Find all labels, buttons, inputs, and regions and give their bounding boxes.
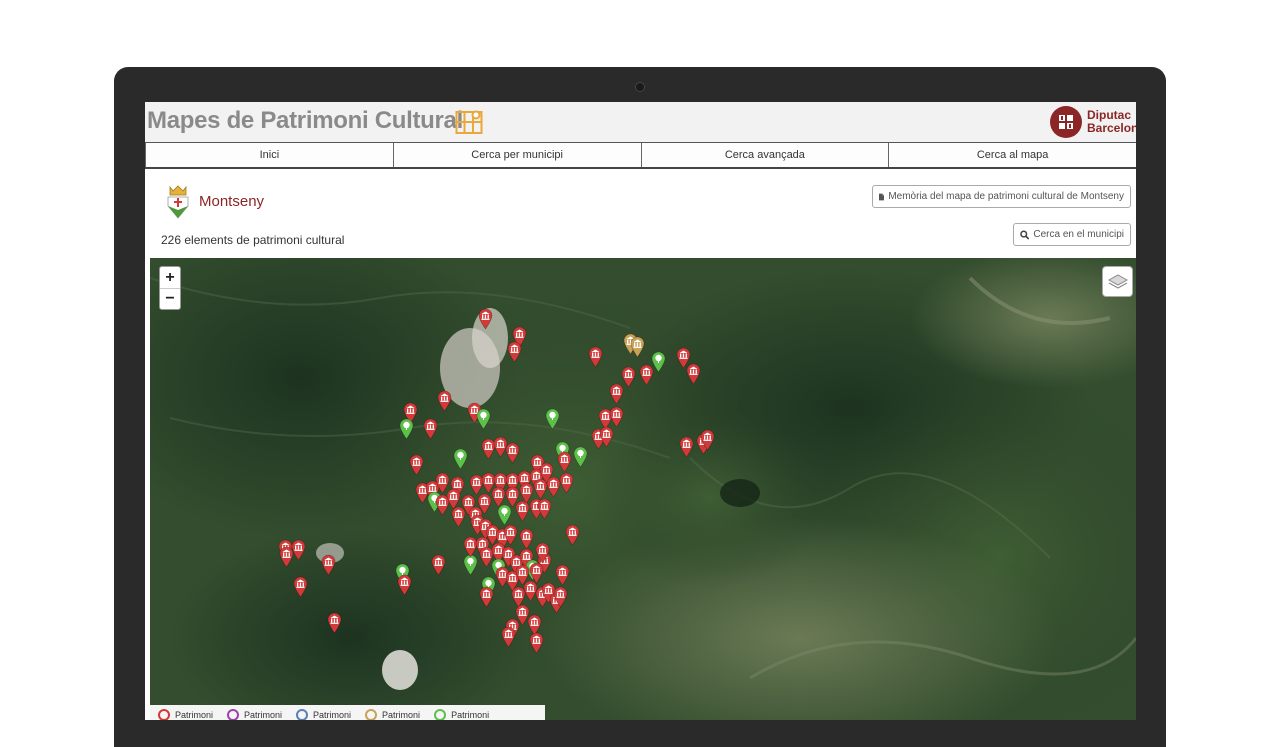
nav-cerca-municipi[interactable]: Cerca per municipi [392, 143, 641, 167]
municipality-search-label: Cerca en el municipi [1033, 229, 1124, 240]
nav-cerca-avancada[interactable]: Cerca avançada [640, 143, 889, 167]
heritage-marker-icon[interactable] [279, 546, 294, 568]
heritage-marker-icon[interactable] [679, 436, 694, 458]
heritage-marker-icon[interactable] [565, 524, 580, 546]
heritage-marker-icon[interactable] [553, 586, 568, 608]
legend-item[interactable]: Patrimoni [434, 709, 489, 720]
browser-screen: Mapes de Patrimoni Cultural Diputac Barc… [145, 102, 1136, 720]
coat-of-arms-icon [167, 185, 189, 219]
heritage-marker-icon[interactable] [453, 448, 468, 470]
municipality-search-button[interactable]: Cerca en el municipi [1013, 223, 1131, 246]
institution-logo[interactable]: Diputac Barcelon [1050, 106, 1136, 138]
municipality-name: Montseny [199, 193, 265, 210]
main-nav: Inici Cerca per municipi Cerca avançada … [145, 142, 1136, 169]
memoria-button[interactable]: Memòria del mapa de patrimoni cultural d… [872, 185, 1131, 208]
zoom-in-button[interactable]: + [160, 267, 180, 288]
site-title[interactable]: Mapes de Patrimoni Cultural [147, 107, 463, 135]
heritage-marker-icon[interactable] [431, 554, 446, 576]
layers-icon [1107, 273, 1128, 289]
heritage-marker-icon[interactable] [476, 408, 491, 430]
heritage-marker-icon[interactable] [507, 341, 522, 363]
heritage-marker-icon[interactable] [478, 308, 493, 330]
site-header: Mapes de Patrimoni Cultural Diputac Barc… [145, 102, 1136, 142]
heritage-marker-icon[interactable] [639, 364, 654, 386]
legend-dot-icon [365, 709, 378, 720]
institution-name: Diputac Barcelon [1087, 108, 1136, 135]
heritage-marker-icon[interactable] [501, 626, 516, 648]
layers-button[interactable] [1102, 266, 1133, 297]
heritage-marker-icon[interactable] [479, 586, 494, 608]
heritage-marker-icon[interactable] [557, 451, 572, 473]
heritage-marker-icon[interactable] [399, 418, 414, 440]
legend-dot-icon [296, 709, 309, 720]
heritage-marker-icon[interactable] [497, 504, 512, 526]
element-count: 226 elements de patrimoni cultural [161, 233, 345, 247]
nav-cerca-mapa[interactable]: Cerca al mapa [888, 143, 1136, 167]
heritage-marker-icon[interactable] [529, 632, 544, 654]
heritage-marker-icon[interactable] [519, 528, 534, 550]
map-legend: Patrimoni Patrimoni Patrimoni Patrimoni … [150, 705, 545, 720]
legend-item[interactable]: Patrimoni [365, 709, 420, 720]
legend-dot-icon [158, 709, 170, 720]
map-icon [455, 110, 483, 134]
nav-inici[interactable]: Inici [145, 143, 393, 167]
legend-item[interactable]: Patrimoni [227, 709, 282, 720]
heritage-marker-icon[interactable] [409, 454, 424, 476]
legend-dot-icon [227, 709, 240, 720]
heritage-marker-icon[interactable] [423, 418, 438, 440]
heritage-marker-icon[interactable] [451, 506, 466, 528]
seal-icon [1050, 106, 1082, 138]
laptop-camera [635, 82, 645, 92]
heritage-marker-icon[interactable] [327, 612, 342, 634]
heritage-marker-icon[interactable] [537, 498, 552, 520]
heritage-marker-icon[interactable] [609, 383, 624, 405]
heritage-marker-icon[interactable] [630, 336, 645, 358]
heritage-marker-icon[interactable] [535, 542, 550, 564]
document-icon [879, 193, 885, 200]
search-icon [1020, 229, 1030, 240]
heritage-marker-icon[interactable] [588, 346, 603, 368]
zoom-out-button[interactable]: − [160, 288, 180, 309]
heritage-marker-icon[interactable] [700, 429, 715, 451]
heritage-marker-icon[interactable] [686, 363, 701, 385]
heritage-marker-icon[interactable] [505, 442, 520, 464]
heritage-marker-icon[interactable] [573, 446, 588, 468]
heritage-marker-icon[interactable] [321, 554, 336, 576]
heritage-marker-icon[interactable] [555, 564, 570, 586]
heritage-marker-icon[interactable] [559, 472, 574, 494]
heritage-marker-icon[interactable] [293, 576, 308, 598]
heritage-marker-icon[interactable] [609, 406, 624, 428]
heritage-marker-icon[interactable] [545, 408, 560, 430]
legend-dot-icon [434, 709, 447, 720]
heritage-marker-icon[interactable] [599, 426, 614, 448]
legend-item[interactable]: Patrimoni [296, 709, 351, 720]
memoria-button-label: Memòria del mapa de patrimoni cultural d… [888, 191, 1124, 202]
heritage-marker-icon[interactable] [515, 500, 530, 522]
heritage-marker-icon[interactable] [397, 574, 412, 596]
legend-item[interactable]: Patrimoni [158, 709, 213, 720]
satellite-map[interactable]: + − Patrimoni Patrimoni Patrimoni Patrim… [150, 258, 1136, 720]
zoom-control: + − [159, 266, 181, 310]
satellite-terrain [150, 258, 1136, 720]
heritage-marker-icon[interactable] [437, 390, 452, 412]
